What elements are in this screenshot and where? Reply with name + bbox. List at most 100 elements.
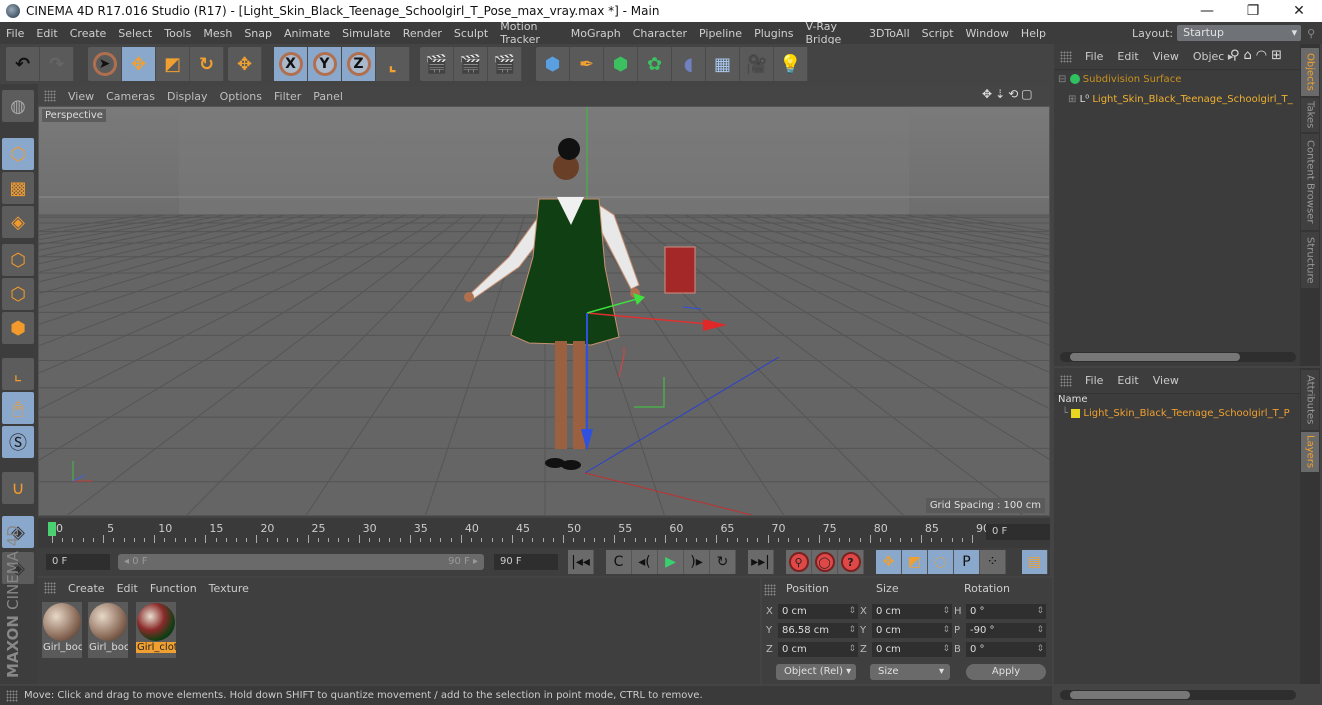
axis-mode-icon[interactable]: ⌞	[2, 358, 34, 390]
menu-mesh[interactable]: Mesh	[197, 27, 238, 40]
snap-icon[interactable]: ∪	[2, 472, 34, 504]
scrollbar-thumb[interactable]	[1070, 353, 1240, 361]
menu-edit[interactable]: Edit	[30, 27, 63, 40]
record-scale-button[interactable]: ◩	[902, 550, 928, 574]
scale-icon[interactable]: ◩	[156, 47, 190, 81]
panel-menu-file[interactable]: File	[1078, 374, 1110, 387]
camera-icon[interactable]: 🎥	[740, 47, 774, 81]
tab-attributes[interactable]: Attributes	[1301, 370, 1319, 430]
orbit-icon[interactable]: ⟲	[1008, 87, 1018, 101]
tab-takes[interactable]: Takes	[1301, 98, 1319, 132]
timeline-window-button[interactable]: ▤	[1022, 550, 1048, 574]
eye-icon[interactable]: ◠	[1256, 48, 1267, 63]
expand-icon[interactable]: ⊞	[1068, 94, 1076, 105]
polygons-mode-icon[interactable]: ⬢	[2, 312, 34, 344]
tree-item-schoolgirl[interactable]: ⊞ L⁰ Light_Skin_Black_Teenage_Schoolgirl…	[1068, 94, 1293, 105]
menu-mograph[interactable]: MoGraph	[565, 27, 627, 40]
layer-horizontal-scrollbar[interactable]	[1060, 690, 1296, 700]
coord-field-pos[interactable]: 86.58 cm	[778, 623, 858, 638]
autokeying-button[interactable]: ◯	[812, 550, 838, 574]
layer-color-swatch[interactable]	[1071, 408, 1081, 418]
record-parameter-button[interactable]: P	[954, 550, 980, 574]
light-icon[interactable]: 💡	[774, 47, 808, 81]
go-to-end-button[interactable]: ▸▸|	[748, 550, 774, 574]
next-frame-button[interactable]: )▸	[684, 550, 710, 574]
keyframe-selection-button[interactable]: ?	[838, 550, 864, 574]
z-axis-lock-icon[interactable]: Z	[342, 47, 376, 81]
book-object[interactable]	[664, 246, 696, 294]
start-frame-field[interactable]: 0 F	[46, 554, 110, 570]
menu-help[interactable]: Help	[1015, 27, 1052, 40]
viewport-menu-display[interactable]: Display	[161, 90, 214, 103]
close-button[interactable]: ✕	[1276, 0, 1322, 22]
floor-icon[interactable]: ▦	[706, 47, 740, 81]
scrollbar-thumb[interactable]	[1070, 691, 1190, 699]
menu-plugins[interactable]: Plugins	[748, 27, 799, 40]
edges-mode-icon[interactable]: ⬡	[2, 278, 34, 310]
material-item[interactable]: Girl_boc	[88, 602, 128, 658]
solo-icon[interactable]: Ⓢ	[2, 426, 34, 458]
viewport-menu-panel[interactable]: Panel	[307, 90, 349, 103]
toggle-view-icon[interactable]: ▢	[1021, 87, 1032, 101]
coordinate-system-icon[interactable]: ⌞	[376, 47, 410, 81]
coord-field-size[interactable]: 0 cm	[872, 642, 952, 657]
zoom-icon[interactable]: ⇣	[995, 87, 1005, 101]
panel-menu-edit[interactable]: Edit	[1110, 374, 1145, 387]
tweak-mode-icon[interactable]: 🖱	[2, 392, 34, 424]
viewport-camera-label[interactable]: Perspective	[42, 109, 106, 122]
undo-icon[interactable]: ↶	[6, 47, 40, 81]
coord-field-rot[interactable]: -90 °	[966, 623, 1046, 638]
panel-menu-edit[interactable]: Edit	[1110, 50, 1145, 63]
panel-grip-icon[interactable]	[1060, 374, 1072, 387]
menu-sculpt[interactable]: Sculpt	[448, 27, 494, 40]
render-view-icon[interactable]: 🎬	[420, 47, 454, 81]
rotate-icon[interactable]: ↻	[190, 47, 224, 81]
menu-animate[interactable]: Animate	[278, 27, 336, 40]
deformer-icon[interactable]: ◖	[672, 47, 706, 81]
menu-window[interactable]: Window	[960, 27, 1015, 40]
coord-field-rot[interactable]: 0 °	[966, 642, 1046, 657]
record-active-objects-button[interactable]: ⚲	[786, 550, 812, 574]
menu-v-ray-bridge[interactable]: V-Ray Bridge	[799, 20, 862, 46]
workplane-mode-icon[interactable]: ◈	[2, 206, 34, 238]
material-menu-function[interactable]: Function	[144, 582, 203, 595]
play-button[interactable]: ▶	[658, 550, 684, 574]
menu-select[interactable]: Select	[112, 27, 158, 40]
move-icon[interactable]: ✥	[122, 47, 156, 81]
recent-tool-icon[interactable]: ✥	[228, 47, 262, 81]
layer-item[interactable]: └ Light_Skin_Black_Teenage_Schoolgirl_T_…	[1062, 408, 1290, 419]
object-horizontal-scrollbar[interactable]	[1060, 352, 1296, 362]
viewport-menu-filter[interactable]: Filter	[268, 90, 307, 103]
playhead-marker[interactable]	[48, 522, 56, 536]
record-rotation-button[interactable]: ◌	[928, 550, 954, 574]
panel-grip-icon[interactable]	[764, 584, 776, 596]
viewport-menu-cameras[interactable]: Cameras	[100, 90, 161, 103]
coord-field-pos[interactable]: 0 cm	[778, 604, 858, 619]
size-mode-dropdown[interactable]: Size ▾	[870, 664, 950, 680]
coord-field-size[interactable]: 0 cm	[872, 604, 952, 619]
maximize-button[interactable]: ❐	[1230, 0, 1276, 22]
record-position-button[interactable]: ✥	[876, 550, 902, 574]
live-selection-icon[interactable]: ➤	[88, 47, 122, 81]
panel-grip-icon[interactable]	[44, 90, 56, 102]
frame-range-slider[interactable]: ◂ 0 F 90 F ▸	[118, 554, 484, 570]
panel-grip-icon[interactable]	[44, 582, 56, 594]
timeline-ruler[interactable]: 0 5 10 15 20 25 30 35 40 45 50 55 60 65 70 75 80 85 90	[38, 518, 1050, 548]
tab-layers[interactable]: Layers	[1301, 432, 1319, 472]
menu-pipeline[interactable]: Pipeline	[693, 27, 748, 40]
previous-key-button[interactable]: C	[606, 550, 632, 574]
render-settings-icon[interactable]: 🎬	[488, 47, 522, 81]
record-point-level-button[interactable]: ⁘	[980, 550, 1006, 574]
name-column-header[interactable]: Name	[1058, 394, 1088, 405]
coord-field-size[interactable]: 0 cm	[872, 623, 952, 638]
viewport-menu-view[interactable]: View	[62, 90, 100, 103]
make-editable-icon[interactable]: ◍	[2, 90, 34, 122]
menu-snap[interactable]: Snap	[238, 27, 278, 40]
pan-icon[interactable]: ✥	[982, 87, 992, 101]
redo-icon[interactable]: ↷	[40, 47, 74, 81]
coord-field-pos[interactable]: 0 cm	[778, 642, 858, 657]
panel-menu-view[interactable]: View	[1146, 374, 1186, 387]
home-icon[interactable]: ⌂	[1244, 48, 1252, 63]
coordinate-mode-dropdown[interactable]: Object (Rel) ▾	[776, 664, 856, 680]
previous-frame-button[interactable]: ◂(	[632, 550, 658, 574]
